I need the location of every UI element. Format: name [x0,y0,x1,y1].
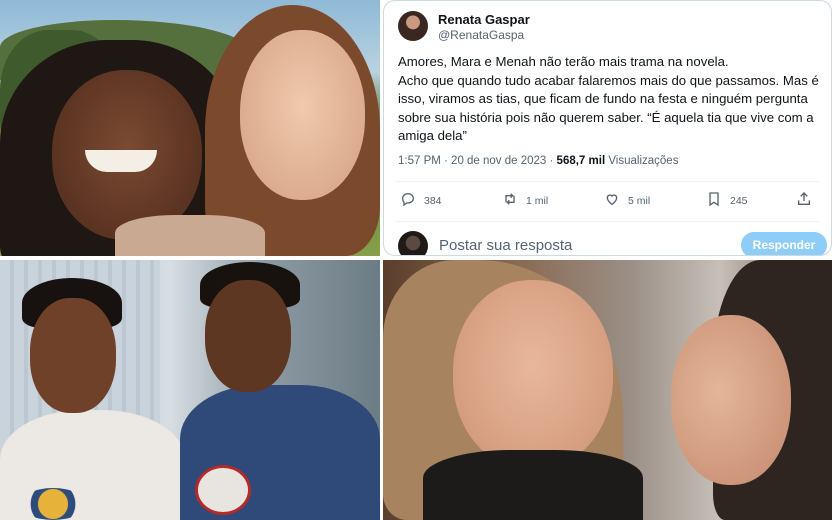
tweet-text: Amores, Mara e Menah não terão mais tram… [398,53,823,146]
tweet-card: Renata Gaspar @RenataGaspa Amores, Mara … [383,0,832,256]
bookmark-count: 245 [730,194,748,207]
author-avatar[interactable] [398,11,428,41]
tweet-meta: 1:57 PM · 20 de nov de 2023 · 568,7 mil … [398,155,678,167]
reply-submit-button[interactable]: Responder [741,232,827,255]
views-count: 568,7 mil [556,155,606,167]
bookmark-button[interactable]: 245 [706,191,748,210]
reply-count: 384 [424,194,442,207]
divider [396,181,819,182]
photo-two-young-men [0,260,380,520]
tweet-actions: 384 1 mil 5 mil 245 [398,191,821,211]
photo-two-women-selfie [0,0,380,256]
author-handle[interactable]: @RenataGaspa [438,28,524,42]
like-button[interactable]: 5 mil [604,191,650,210]
bookmark-icon [706,191,722,210]
reply-icon [400,191,416,210]
reply-composer: Postar sua resposta Responder [398,231,827,255]
reply-input[interactable]: Postar sua resposta [439,237,572,254]
retweet-icon [502,191,518,210]
tweet-text-line: Acho que quando tudo acabar falaremos ma… [398,72,819,144]
retweet-count: 1 mil [526,194,549,207]
reply-button[interactable]: 384 [400,191,442,210]
photo-two-women-closeup [383,260,832,520]
like-icon [604,191,620,210]
retweet-button[interactable]: 1 mil [502,191,548,210]
like-count: 5 mil [628,194,651,207]
author-name[interactable]: Renata Gaspar [438,12,530,27]
tweet-text-line: Amores, Mara e Menah não terão mais tram… [398,54,729,69]
divider [396,221,819,222]
share-button[interactable] [796,191,812,210]
views-label: Visualizações [605,155,679,167]
tweet-timestamp[interactable]: 1:57 PM · 20 de nov de 2023 · [398,155,557,167]
user-avatar[interactable] [398,231,428,255]
share-icon [796,191,812,210]
